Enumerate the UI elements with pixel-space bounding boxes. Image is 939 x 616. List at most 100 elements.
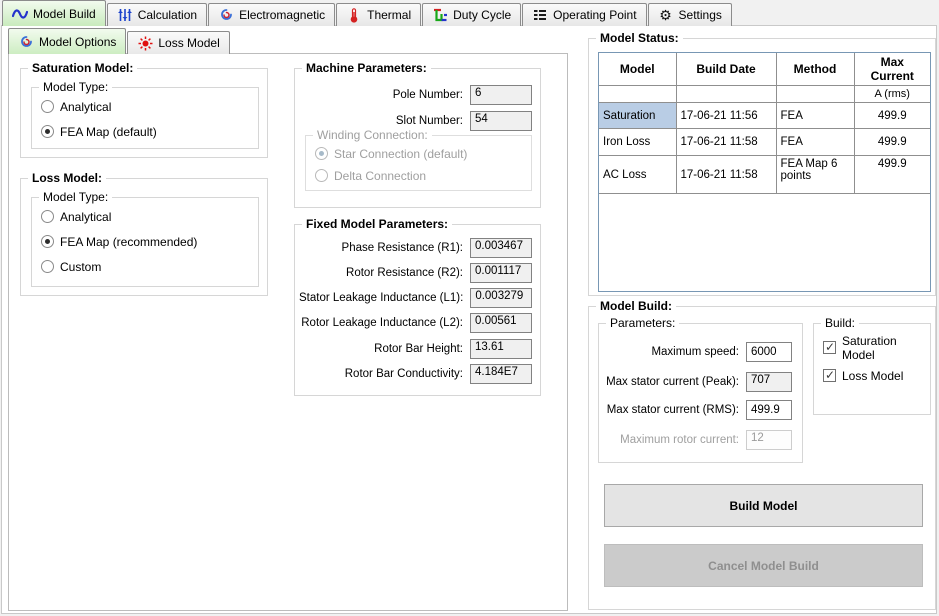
radio-icon	[41, 260, 54, 273]
tab-calculation[interactable]: Calculation	[106, 3, 208, 26]
column-header: Max Current	[853, 53, 930, 86]
rotor-bar-height-field: 13.61	[470, 339, 532, 359]
tab-duty-cycle[interactable]: Duty Cycle	[422, 3, 522, 26]
table-row-ac-loss[interactable]: AC Loss 17-06-21 11:58 FEA Map 6 points …	[599, 155, 930, 194]
radio-label: Custom	[60, 259, 102, 274]
checkbox-label: Loss Model	[842, 368, 904, 383]
checkbox-saturation-model[interactable]: ✓ Saturation Model	[823, 334, 930, 362]
radio-label: Star Connection (default)	[334, 146, 468, 161]
field-label: Rotor Bar Height:	[374, 343, 463, 355]
tab-label: Duty Cycle	[453, 8, 512, 22]
radio-icon	[41, 235, 54, 248]
table-row-saturation[interactable]: Saturation 17-06-21 11:56 FEA 499.9	[599, 102, 930, 129]
radio-delta-connection: Delta Connection	[315, 168, 426, 183]
radio-loss-analytical[interactable]: Analytical	[41, 209, 111, 224]
rotor-bar-conductivity-field: 4.184E7	[470, 364, 532, 384]
pole-number-field: 6	[470, 85, 532, 105]
main-tabbar: Model Build Calculation Electromagnetic …	[0, 0, 939, 26]
table-empty-area	[599, 194, 930, 292]
radio-loss-custom[interactable]: Custom	[41, 259, 101, 274]
method-cell[interactable]: FEA	[775, 128, 855, 156]
loss-model-group: Loss Model: Model Type: Analytical FEA M…	[20, 171, 268, 296]
stator-leakage-field: 0.003279	[470, 288, 533, 308]
app-window: Model Build Calculation Electromagnetic …	[0, 0, 939, 616]
radio-saturation-analytical[interactable]: Analytical	[41, 99, 111, 114]
group-title: Model Type:	[39, 80, 113, 94]
group-title: Build:	[821, 316, 860, 330]
rotor-leakage-row: Rotor Leakage Inductance (L2): 0.00561	[299, 313, 532, 333]
tab-label: Electromagnetic	[239, 8, 326, 22]
tab-thermal[interactable]: Thermal	[336, 3, 422, 26]
rotor-resistance-row: Rotor Resistance (R2): 0.001117	[299, 263, 532, 283]
group-title: Winding Connection:	[313, 128, 432, 142]
group-title: Loss Model:	[28, 171, 107, 185]
radio-label: Analytical	[60, 209, 112, 224]
model-status-table: Model Build Date Method Max Current A (r…	[598, 52, 931, 292]
tab-loss-model[interactable]: Loss Model	[127, 31, 230, 54]
field-label: Maximum speed:	[651, 346, 739, 358]
tab-operating-point[interactable]: Operating Point	[522, 3, 647, 26]
field-label: Max stator current (Peak):	[606, 376, 739, 388]
tab-electromagnetic[interactable]: Electromagnetic	[208, 3, 336, 26]
checkbox-loss-model[interactable]: ✓ Loss Model	[823, 368, 903, 383]
field-label: Phase Resistance (R1):	[341, 242, 463, 254]
tab-label: Settings	[678, 8, 722, 22]
group-title: Model Type:	[39, 190, 113, 204]
tab-model-build[interactable]: Model Build	[2, 0, 106, 26]
maximum-rotor-current-row: Maximum rotor current: 12	[603, 430, 792, 450]
field-label: Stator Leakage Inductance (L1):	[299, 292, 464, 304]
sun-icon	[137, 36, 153, 51]
saturation-model-group: Saturation Model: Model Type: Analytical…	[20, 61, 268, 158]
max-current-cell[interactable]: 499.9	[853, 128, 930, 156]
column-header: Model	[599, 53, 677, 86]
table-row-iron-loss[interactable]: Iron Loss 17-06-21 11:58 FEA 499.9	[599, 128, 930, 156]
build-options-group: Build: ✓ Saturation Model ✓ Loss Model	[813, 316, 931, 415]
tab-label: Loss Model	[158, 36, 220, 50]
tab-model-options[interactable]: Model Options	[8, 28, 127, 54]
radio-label: FEA Map (recommended)	[60, 234, 198, 249]
loss-model-type-group: Model Type: Analytical FEA Map (recommen…	[31, 190, 259, 287]
phase-resistance-row: Phase Resistance (R1): 0.003467	[299, 238, 532, 258]
phase-resistance-field: 0.003467	[470, 238, 532, 258]
max-stator-current-rms-input[interactable]	[746, 400, 792, 420]
checkbox-icon: ✓	[823, 368, 836, 382]
build-model-button[interactable]: Build Model	[604, 484, 923, 527]
maximum-speed-row: Maximum speed:	[603, 342, 792, 362]
group-title: Parameters:	[606, 316, 680, 330]
machine-parameters-group: Machine Parameters: Pole Number: 6 Slot …	[294, 61, 541, 208]
group-title: Model Status:	[596, 31, 683, 45]
maximum-speed-input[interactable]	[746, 342, 792, 362]
radio-icon	[41, 100, 54, 113]
radio-label: FEA Map (default)	[60, 124, 157, 139]
radio-saturation-fea-map[interactable]: FEA Map (default)	[41, 124, 157, 139]
field-label: Rotor Resistance (R2):	[346, 267, 463, 279]
tab-label: Thermal	[367, 8, 412, 22]
wave-icon	[12, 6, 28, 21]
model-cell[interactable]: Saturation	[599, 102, 677, 129]
build-date-cell[interactable]: 17-06-21 11:56	[675, 102, 777, 129]
radio-icon	[315, 169, 328, 182]
method-cell[interactable]: FEA Map 6 points	[775, 155, 855, 194]
max-stator-current-peak-field: 707	[746, 372, 792, 392]
max-current-cell[interactable]: 499.9	[853, 102, 930, 129]
method-cell[interactable]: FEA	[775, 102, 855, 129]
model-cell[interactable]: AC Loss	[599, 155, 677, 194]
radio-label: Delta Connection	[334, 168, 427, 183]
model-status-group: Model Status: Model Build Date Method Ma…	[588, 31, 936, 296]
fixed-model-parameters-group: Fixed Model Parameters: Phase Resistance…	[294, 217, 541, 396]
tab-settings[interactable]: ⚙ Settings	[647, 3, 732, 26]
max-current-cell[interactable]: 499.9	[853, 155, 930, 194]
field-label: Pole Number:	[392, 89, 463, 101]
sliders-icon	[117, 8, 133, 23]
build-date-cell[interactable]: 17-06-21 11:58	[675, 155, 777, 194]
radio-label: Analytical	[60, 99, 112, 114]
rotor-leakage-field: 0.00561	[470, 313, 532, 333]
stator-leakage-row: Stator Leakage Inductance (L1): 0.003279	[299, 288, 533, 308]
field-label: Max stator current (RMS):	[606, 404, 739, 416]
group-title: Fixed Model Parameters:	[302, 217, 453, 231]
build-date-cell[interactable]: 17-06-21 11:58	[675, 128, 777, 156]
list-icon	[532, 8, 548, 23]
radio-loss-fea-map[interactable]: FEA Map (recommended)	[41, 234, 197, 249]
model-cell[interactable]: Iron Loss	[599, 128, 677, 156]
tab-label: Calculation	[137, 8, 198, 22]
